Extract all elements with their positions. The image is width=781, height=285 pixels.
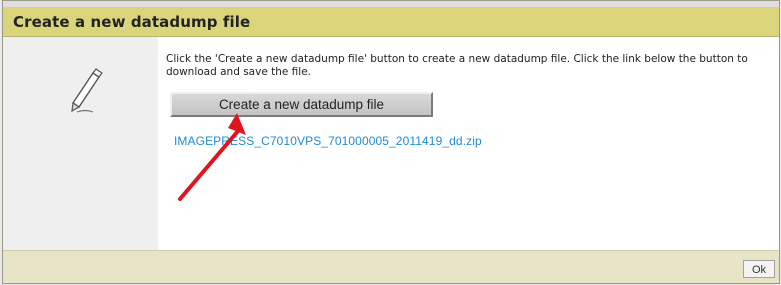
dialog-footer: Ok [3,250,779,283]
dialog-title: Create a new datadump file [13,13,251,31]
instruction-text: Click the 'Create a new datadump file' b… [166,53,748,78]
pencil-icon [71,68,103,113]
datadump-dialog: Create a new datadump file Click the 'Cr… [2,0,780,284]
icon-pane [3,37,158,250]
title-bar: Create a new datadump file [3,7,779,37]
content-pane: Click the 'Create a new datadump file' b… [158,37,779,250]
ok-button[interactable]: Ok [743,260,775,278]
create-datadump-button[interactable]: Create a new datadump file [170,92,433,117]
red-arrow-icon [178,113,246,201]
dialog-body: Click the 'Create a new datadump file' b… [3,37,779,250]
download-link[interactable]: IMAGEPRESS_C7010VPS_701000005_2011419_dd… [174,134,482,148]
